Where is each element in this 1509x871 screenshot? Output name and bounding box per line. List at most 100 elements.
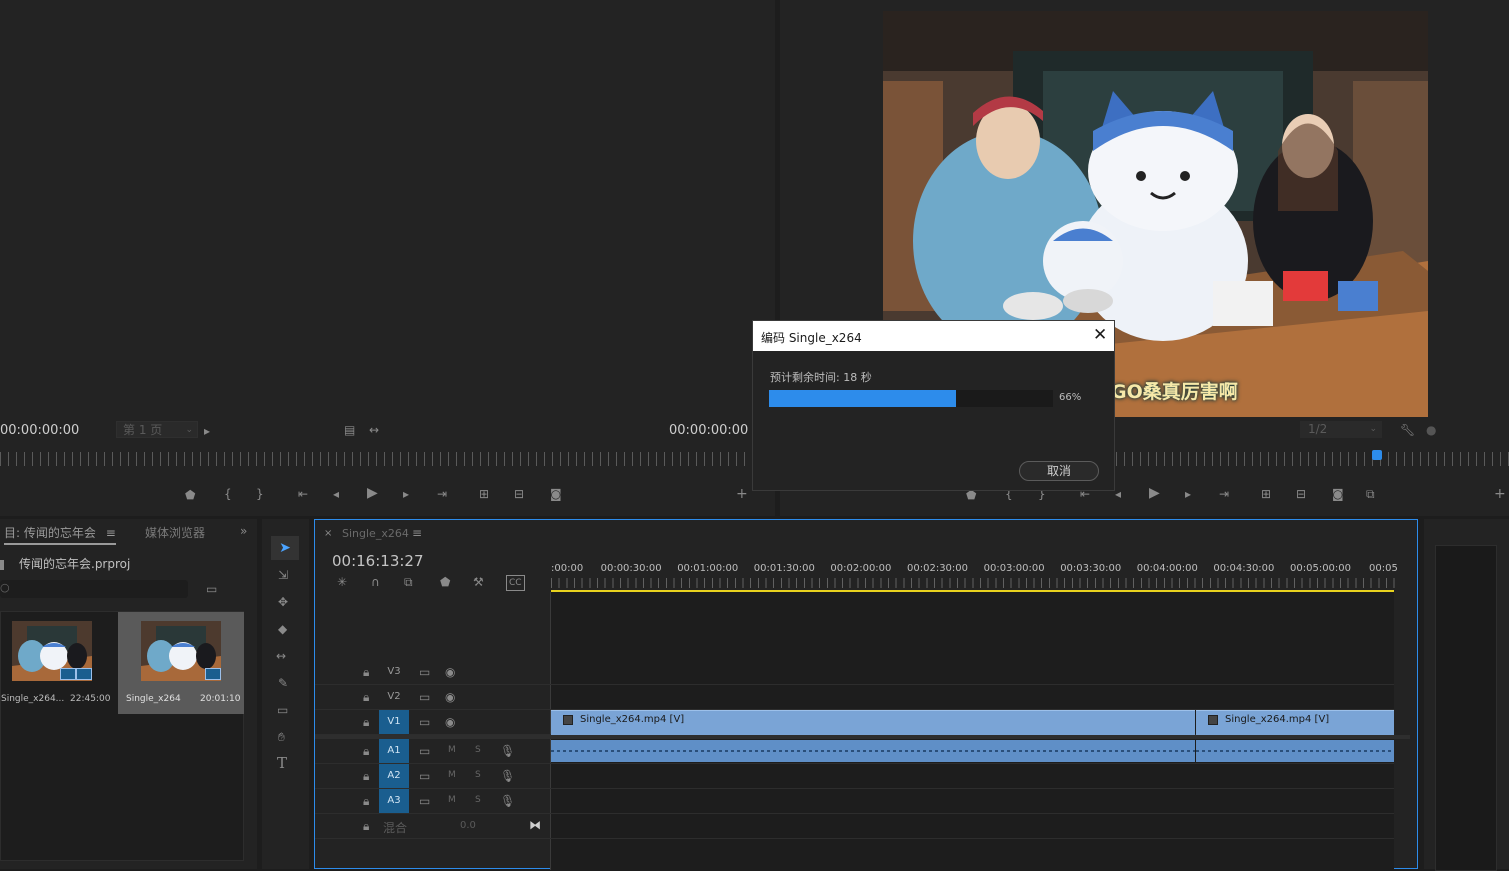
solo-button[interactable]: S — [475, 770, 481, 780]
settings-dot-icon[interactable]: ● — [1426, 423, 1436, 437]
video-clip[interactable]: Single_x264.mp4 [V] — [1196, 710, 1394, 735]
page-select[interactable]: 第 1 页 ⌄ — [116, 421, 198, 438]
sync-lock-icon[interactable]: ▭ — [419, 769, 430, 783]
menu-icon[interactable]: ≡ — [106, 526, 116, 540]
razor-tool-icon[interactable]: ◆ — [278, 622, 287, 636]
expand-panels-icon[interactable]: » — [240, 524, 247, 538]
step-forward-icon[interactable]: ▸ — [403, 487, 409, 501]
media-item[interactable]: Single_x264... 22:45:00 — [1, 612, 116, 714]
eye-icon[interactable]: ◉ — [445, 665, 455, 679]
media-item-selected[interactable]: Single_x264 20:01:10 — [118, 612, 244, 714]
camera-icon[interactable]: ◙ — [1332, 487, 1344, 501]
eye-icon[interactable]: ◉ — [445, 715, 455, 729]
sync-lock-icon[interactable]: ▭ — [419, 665, 430, 679]
type-tool-icon[interactable]: T — [277, 756, 287, 771]
captions-icon[interactable]: CC — [506, 575, 525, 591]
lock-icon[interactable]: 🔒︎ — [363, 665, 369, 679]
dialog-titlebar[interactable]: 编码 Single_x264 ✕ — [753, 321, 1114, 351]
go-to-in-icon[interactable]: ⇤ — [298, 487, 308, 501]
video-clip[interactable]: Single_x264.mp4 [V] — [551, 710, 1195, 735]
go-to-out-icon[interactable]: ⇥ — [437, 487, 447, 501]
track-a2[interactable]: 🔒︎ A2 ▭ M S 🎙︎ — [315, 764, 1394, 789]
track-select-tool-icon[interactable]: ⇲ — [278, 568, 288, 582]
slip-tool-icon[interactable]: ↔ — [276, 649, 286, 663]
media-thumbnail[interactable] — [141, 621, 221, 681]
add-button-icon[interactable]: + — [736, 487, 748, 501]
track-mix[interactable]: 🔒︎ 混合 0.0 ⧓ — [315, 814, 1394, 839]
lock-icon[interactable]: 🔒︎ — [363, 819, 369, 833]
play-icon[interactable]: ▶ — [1149, 486, 1160, 500]
tab-media-browser[interactable]: 媒体浏览器 — [145, 524, 205, 541]
track-label-a2[interactable]: A2 — [379, 764, 409, 788]
wrench-icon[interactable]: 🔧︎ — [1400, 423, 1415, 437]
track-a3[interactable]: 🔒︎ A3 ▭ M S 🎙︎ — [315, 789, 1394, 814]
go-to-out-icon[interactable]: ⇥ — [1219, 487, 1229, 501]
insert-icon[interactable]: ⊞ — [479, 487, 489, 501]
zoom-select[interactable]: 1/2 ⌄ — [1300, 421, 1382, 438]
mute-button[interactable]: M — [448, 770, 456, 780]
close-tab-icon[interactable]: × — [324, 527, 332, 541]
play-arrow-icon[interactable]: ▸ — [204, 424, 210, 438]
wrench-icon[interactable]: ⚒ — [473, 575, 484, 589]
mute-button[interactable]: M — [448, 795, 456, 805]
timeline-timecode[interactable]: 00:16:13:27 — [332, 552, 424, 570]
split-audio-icon[interactable]: ↔ — [369, 423, 379, 437]
lock-icon[interactable]: 🔒︎ — [363, 690, 369, 704]
bowtie-icon[interactable]: ⧓ — [529, 818, 541, 832]
microphone-icon[interactable]: 🎙︎ — [500, 794, 515, 808]
search-input[interactable]: ○ — [0, 580, 188, 598]
close-icon[interactable]: ✕ — [1093, 325, 1107, 345]
step-back-icon[interactable]: ◂ — [1115, 487, 1121, 501]
new-bin-icon[interactable]: ▭ — [206, 582, 217, 596]
lift-icon[interactable]: ⊞ — [1261, 487, 1271, 501]
extract-icon[interactable]: ⊟ — [1296, 487, 1306, 501]
eye-icon[interactable]: ◉ — [445, 690, 455, 704]
step-back-icon[interactable]: ◂ — [333, 487, 339, 501]
lock-icon[interactable]: 🔒︎ — [363, 715, 369, 729]
solo-button[interactable]: S — [475, 795, 481, 805]
sync-lock-icon[interactable]: ▭ — [419, 794, 430, 808]
compare-view-icon[interactable]: ⧉ — [1366, 487, 1375, 501]
menu-icon[interactable]: ≡ — [412, 526, 422, 540]
mix-value[interactable]: 0.0 — [460, 820, 476, 831]
audio-clip[interactable] — [1196, 740, 1394, 762]
sync-lock-icon[interactable]: ▭ — [419, 690, 430, 704]
hand-tool-icon[interactable]: ✋︎ — [278, 730, 285, 744]
rectangle-tool-icon[interactable]: ▭ — [277, 703, 288, 717]
camera-icon[interactable]: ◙ — [550, 487, 562, 501]
mark-in-icon[interactable]: { — [224, 487, 232, 501]
track-v2[interactable]: 🔒︎ V2 ▭ ◉ — [315, 685, 1394, 710]
ripple-edit-tool-icon[interactable]: ✥ — [278, 595, 288, 609]
microphone-icon[interactable]: 🎙︎ — [500, 744, 515, 758]
track-v3[interactable]: 🔒︎ V3 ▭ ◉ — [315, 660, 1394, 685]
lock-icon[interactable]: 🔒︎ — [363, 769, 369, 783]
track-label-v1[interactable]: V1 — [379, 710, 409, 734]
linked-selection-icon[interactable]: ⧉ — [404, 575, 413, 589]
sync-lock-icon[interactable]: ▭ — [419, 744, 430, 758]
add-marker-icon[interactable]: ⬟ — [440, 575, 450, 589]
step-forward-icon[interactable]: ▸ — [1185, 487, 1191, 501]
play-icon[interactable]: ▶ — [367, 486, 378, 500]
microphone-icon[interactable]: 🎙︎ — [500, 769, 515, 783]
solo-button[interactable]: S — [475, 745, 481, 755]
track-label-a1[interactable]: A1 — [379, 739, 409, 763]
source-timecode-in[interactable]: 00:00:00:00 — [0, 423, 79, 438]
timeline-ruler[interactable]: :00:00 00:00:30:00 00:01:00:00 00:01:30:00 0… — [551, 562, 1398, 592]
source-ruler[interactable] — [0, 452, 752, 466]
add-button-icon[interactable]: + — [1494, 487, 1506, 501]
tab-project[interactable]: 目: 传闻的忘年会 ≡ — [4, 524, 116, 545]
nest-toggle-icon[interactable]: ✳ — [337, 575, 347, 589]
mute-button[interactable]: M — [448, 745, 456, 755]
lock-icon[interactable]: 🔒︎ — [363, 794, 369, 808]
track-label-v3[interactable]: V3 — [379, 660, 409, 684]
program-ruler[interactable] — [1116, 452, 1509, 466]
cancel-button[interactable]: 取消 — [1019, 461, 1099, 481]
marker-icon[interactable]: ⬟ — [185, 488, 195, 502]
lock-icon[interactable]: 🔒︎ — [363, 744, 369, 758]
audio-clip[interactable] — [551, 740, 1195, 762]
snap-magnet-icon[interactable]: ∩ — [371, 575, 380, 589]
media-thumbnail[interactable] — [12, 621, 92, 681]
overwrite-icon[interactable]: ⊟ — [514, 487, 524, 501]
program-playhead[interactable] — [1372, 450, 1382, 460]
pen-tool-icon[interactable]: ✎ — [278, 676, 288, 690]
